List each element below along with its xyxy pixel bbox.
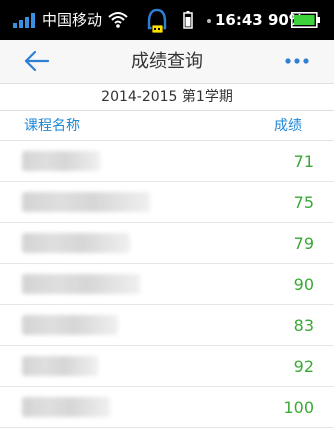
nav-bar: 成绩查询 [0,40,334,83]
course-name-obscured [22,274,140,294]
score-row[interactable]: 100 [0,387,334,428]
score-value: 75 [293,193,314,212]
course-name-obscured [22,192,150,212]
score-row[interactable]: 92 [0,346,334,387]
course-name-obscured [22,315,118,335]
notification-icon [147,8,167,34]
score-row[interactable]: 83 [0,305,334,346]
score-value: 92 [293,357,314,376]
more-options-icon[interactable] [282,54,312,68]
score-value: 79 [293,234,314,253]
wifi-icon [108,12,128,28]
term-selector[interactable]: 2014-2015 第1学期 [0,83,334,111]
phone-battery-icon [183,11,193,29]
score-row[interactable]: 79 [0,223,334,264]
carrier-label: 中国移动 [42,11,103,29]
status-bar: 中国移动 16:43 90% [0,0,334,40]
score-value: 71 [293,152,314,171]
score-row[interactable]: 90 [0,264,334,305]
battery-icon [291,12,320,28]
course-name-header: 课程名称 [24,118,80,134]
score-value: 100 [283,398,314,417]
score-row[interactable]: 71 [0,141,334,182]
score-value: 83 [293,316,314,335]
column-header: 课程名称 成绩 [0,111,334,141]
status-dot [207,19,211,23]
signal-icon [13,12,39,28]
status-time-value: 16:43 [215,11,263,29]
score-query-screen: 中国移动 16:43 90% 成绩查询 2014-2015 第1学期 课程名称 … [0,0,334,435]
score-list: 71 75 79 90 83 92 100 [0,141,334,428]
score-value: 90 [293,275,314,294]
course-name-obscured [22,356,98,376]
score-header: 成绩 [274,118,302,134]
course-name-obscured [22,151,100,171]
score-row[interactable]: 75 [0,182,334,223]
course-name-obscured [22,233,130,253]
course-name-obscured [22,397,110,417]
